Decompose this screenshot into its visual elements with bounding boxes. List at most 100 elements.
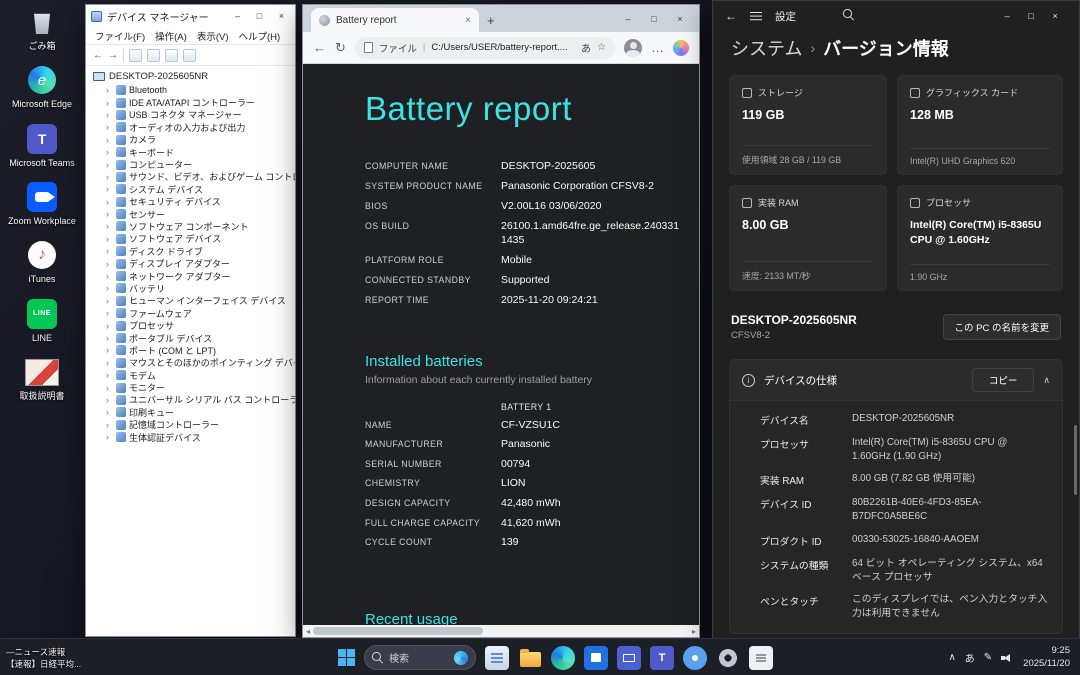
expander-chevron-icon[interactable]: › [106, 122, 113, 132]
expander-chevron-icon[interactable]: › [106, 432, 113, 442]
start-button[interactable] [338, 649, 355, 666]
desktop-icon-recycle-bin[interactable]: ごみ箱 [6, 6, 78, 51]
expander-chevron-icon[interactable]: › [106, 296, 113, 306]
volume-icon[interactable] [1001, 652, 1014, 664]
expander-chevron-icon[interactable]: › [106, 85, 113, 95]
minimize-button[interactable]: – [995, 2, 1019, 30]
tray-clock[interactable]: 9:25 2025/11/20 [1023, 645, 1070, 670]
menu-ellipsis-icon[interactable]: … [651, 40, 664, 55]
rename-pc-button[interactable]: この PC の名前を変更 [942, 314, 1061, 340]
close-button[interactable]: × [273, 6, 290, 26]
settings-scrollbar-thumb[interactable] [1074, 425, 1077, 495]
toolbar-help-icon[interactable] [165, 48, 178, 62]
device-manager-titlebar[interactable]: デバイス マネージャー – □ × [86, 5, 295, 27]
close-button[interactable]: × [667, 8, 693, 30]
menu-item[interactable]: 表示(V) [192, 29, 234, 43]
horizontal-scrollbar[interactable]: ◂ ▸ [303, 625, 699, 637]
forward-icon[interactable]: → [108, 50, 118, 61]
settings-search-wrap[interactable] [843, 7, 854, 25]
minimize-button[interactable]: – [229, 6, 246, 26]
expander-chevron-icon[interactable]: › [106, 246, 113, 256]
toolbar-properties-icon[interactable] [147, 48, 160, 62]
device-tree-item[interactable]: › ソフトウェア デバイス [90, 233, 295, 245]
taskbar-search[interactable]: 検索 [364, 645, 476, 670]
desktop-icon-line[interactable]: LINE LINE [6, 298, 78, 343]
device-tree-item[interactable]: › センサー [90, 208, 295, 220]
expander-chevron-icon[interactable]: › [106, 407, 113, 417]
read-aloud-icon[interactable]: あ [581, 40, 591, 55]
taskbar-edge-icon[interactable] [551, 645, 575, 670]
close-button[interactable]: × [1043, 2, 1067, 30]
back-icon[interactable]: ← [725, 9, 737, 23]
device-tree-item[interactable]: › モデム [90, 369, 295, 381]
taskbar-photos-icon[interactable] [683, 645, 707, 670]
device-spec-expander[interactable]: i デバイスの仕様 コピー ∧ [729, 359, 1063, 401]
expander-chevron-icon[interactable]: › [106, 209, 113, 219]
menu-item[interactable]: 操作(A) [150, 29, 192, 43]
device-tree-item[interactable]: › 生体認証デバイス [90, 431, 295, 443]
maximize-button[interactable]: □ [1019, 2, 1043, 30]
ime-mode-icon[interactable]: あ [965, 650, 975, 665]
device-tree-item[interactable]: › USB コネクタ マネージャー [90, 109, 295, 121]
expander-chevron-icon[interactable]: › [106, 395, 113, 405]
profile-avatar[interactable] [624, 38, 642, 57]
expander-chevron-icon[interactable]: › [106, 383, 113, 393]
desktop-icon-edge[interactable]: e Microsoft Edge [6, 64, 78, 109]
news-widget[interactable]: ―ニュース速報 【速報】日経平均... [6, 647, 126, 670]
favorite-star-icon[interactable]: ☆ [597, 42, 606, 53]
minimize-button[interactable]: – [615, 8, 641, 30]
tray-overflow-chevron-icon[interactable]: ∧ [948, 652, 955, 663]
expander-chevron-icon[interactable]: › [106, 271, 113, 281]
chevron-up-icon[interactable]: ∧ [1043, 375, 1050, 386]
taskbar-notepad-icon[interactable] [749, 645, 773, 670]
device-tree-item[interactable]: › オーディオの入力および出力 [90, 121, 295, 133]
new-tab-button[interactable]: + [487, 13, 495, 28]
expander-chevron-icon[interactable]: › [106, 358, 113, 368]
expander-chevron-icon[interactable]: › [106, 234, 113, 244]
maximize-button[interactable]: □ [251, 6, 268, 26]
expander-chevron-icon[interactable]: › [106, 345, 113, 355]
expander-chevron-icon[interactable]: › [106, 197, 113, 207]
taskbar-widgets-icon[interactable] [485, 645, 509, 670]
device-tree-item[interactable]: › キーボード [90, 146, 295, 158]
device-tree-item[interactable]: › バッテリ [90, 282, 295, 294]
desktop-icon-teams[interactable]: T Microsoft Teams [6, 123, 78, 168]
device-tree-item[interactable]: › ネットワーク アダプター [90, 270, 295, 282]
taskbar-store-icon[interactable] [584, 645, 608, 670]
expander-chevron-icon[interactable]: › [106, 184, 113, 194]
expander-chevron-icon[interactable]: › [106, 110, 113, 120]
device-tree-item[interactable]: › 印刷キュー [90, 406, 295, 418]
device-tree-item[interactable]: › ポート (COM と LPT) [90, 344, 295, 356]
copy-button[interactable]: コピー [971, 368, 1035, 392]
device-tree-item[interactable]: › セキュリティ デバイス [90, 196, 295, 208]
settings-titlebar[interactable]: ← 設定 – □ × [713, 1, 1079, 31]
device-tree-root[interactable]: DESKTOP-2025605NR [90, 70, 295, 83]
expander-chevron-icon[interactable]: › [106, 172, 113, 182]
toolbar-scan-icon[interactable] [183, 48, 196, 62]
taskbar-settings-icon[interactable] [716, 646, 740, 670]
back-icon[interactable]: ← [93, 50, 103, 61]
scroll-right-icon[interactable]: ▸ [692, 627, 696, 636]
taskbar-file-explorer-icon[interactable] [518, 646, 542, 670]
device-tree-item[interactable]: › サウンド、ビデオ、およびゲーム コントローラー [90, 171, 295, 183]
device-tree-item[interactable]: › 記憶域コントローラー [90, 419, 295, 431]
device-tree-item[interactable]: › ポータブル デバイス [90, 332, 295, 344]
scrollbar-thumb[interactable] [313, 627, 484, 635]
device-tree-item[interactable]: › ヒューマン インターフェイス デバイス [90, 295, 295, 307]
scroll-left-icon[interactable]: ◂ [306, 627, 310, 636]
menu-item[interactable]: ヘルプ(H) [233, 29, 285, 43]
device-tree-item[interactable]: › コンピューター [90, 158, 295, 170]
expander-chevron-icon[interactable]: › [106, 308, 113, 318]
tab-close-icon[interactable]: × [465, 15, 471, 26]
expander-chevron-icon[interactable]: › [106, 160, 113, 170]
device-tree-item[interactable]: › マウスとそのほかのポインティング デバイス [90, 357, 295, 369]
address-url[interactable]: C:/Users/USER/battery-report.... [431, 42, 575, 53]
device-tree-item[interactable]: › プロセッサ [90, 319, 295, 331]
expander-chevron-icon[interactable]: › [106, 420, 113, 430]
device-tree-item[interactable]: › IDE ATA/ATAPI コントローラー [90, 96, 295, 108]
device-tree-item[interactable]: › システム デバイス [90, 183, 295, 195]
device-tree-item[interactable]: › ユニバーサル シリアル バス コントローラー [90, 394, 295, 406]
maximize-button[interactable]: □ [641, 8, 667, 30]
taskbar-mail-icon[interactable] [617, 645, 641, 670]
desktop-icon-manual[interactable]: 取扱説明書 [6, 356, 78, 401]
